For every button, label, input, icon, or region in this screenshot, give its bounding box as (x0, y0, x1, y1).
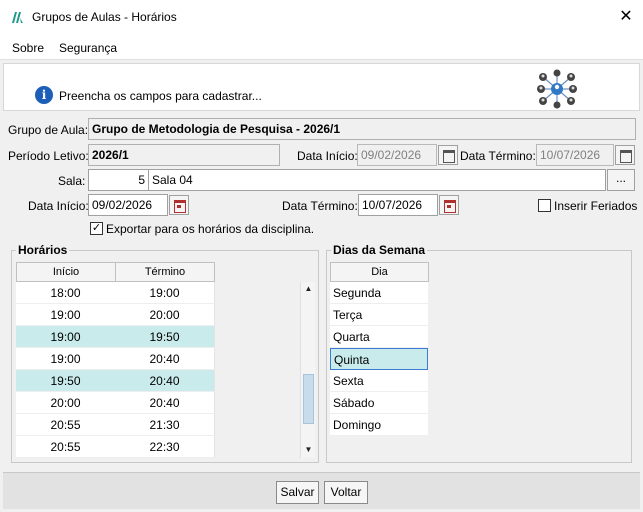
exportar-checkbox[interactable]: ✓ (90, 222, 103, 235)
horario-termino-cell[interactable]: 20:40 (115, 392, 215, 414)
horarios-title: Horários (16, 243, 70, 257)
feriados-checkbox[interactable] (538, 199, 551, 212)
periodo-field[interactable]: 2026/1 (88, 144, 280, 166)
users-network-icon (537, 69, 577, 109)
horario-inicio-cell[interactable]: 19:00 (16, 304, 116, 326)
dia-cell[interactable]: Sábado (330, 392, 428, 414)
menu-item-sobre[interactable]: Sobre (12, 41, 44, 55)
periodo-inicio-label: Data Início: (297, 149, 358, 163)
dia-cell[interactable]: Quinta (330, 348, 428, 370)
dia-cell[interactable]: Sexta (330, 370, 428, 392)
scroll-up-icon[interactable]: ▲ (301, 282, 316, 296)
data-inicio-label: Data Início: (28, 199, 89, 213)
periodo-termino-label: Data Término: (460, 149, 536, 163)
dia-cell[interactable]: Domingo (330, 414, 428, 436)
save-button[interactable]: Salvar (276, 481, 319, 504)
horario-inicio-cell[interactable]: 19:00 (16, 326, 116, 348)
back-button[interactable]: Voltar (324, 481, 368, 504)
calendar-icon[interactable] (615, 145, 635, 165)
horario-termino-cell[interactable]: 19:00 (115, 282, 215, 304)
window-title: Grupos de Aulas - Horários (32, 10, 177, 24)
dias-col-dia[interactable]: Dia (330, 262, 429, 282)
horario-inicio-cell[interactable]: 18:00 (16, 282, 116, 304)
horario-inicio-cell[interactable]: 19:50 (16, 370, 116, 392)
calendar-icon[interactable] (439, 195, 459, 215)
dias-title: Dias da Semana (331, 243, 428, 257)
horario-inicio-cell[interactable]: 20:55 (16, 436, 116, 458)
scroll-thumb[interactable] (303, 374, 314, 424)
menu-item-seguranca[interactable]: Segurança (59, 41, 117, 55)
data-termino-field[interactable]: 10/07/2026 (358, 194, 438, 216)
feriados-label: Inserir Feriados (554, 199, 638, 213)
horario-termino-cell[interactable]: 21:30 (115, 414, 215, 436)
data-inicio-field[interactable]: 09/02/2026 (88, 194, 168, 216)
info-icon: i (35, 86, 53, 104)
dia-cell[interactable]: Segunda (330, 282, 428, 304)
grupo-field[interactable]: Grupo de Metodologia de Pesquisa - 2026/… (88, 118, 636, 140)
dia-cell[interactable]: Quarta (330, 326, 428, 348)
close-icon[interactable]: ✕ (614, 6, 638, 28)
horario-termino-cell[interactable]: 20:40 (115, 348, 215, 370)
scroll-down-icon[interactable]: ▼ (301, 443, 316, 457)
app-logo-icon (12, 12, 23, 23)
dia-cell[interactable]: Terça (330, 304, 428, 326)
calendar-icon[interactable] (169, 195, 189, 215)
horarios-col-inicio[interactable]: Início (16, 262, 116, 282)
calendar-icon[interactable] (438, 145, 458, 165)
horario-termino-cell[interactable]: 20:00 (115, 304, 215, 326)
info-message: Preencha os campos para cadastrar... (59, 89, 262, 103)
sala-search-button[interactable]: ... (607, 169, 635, 191)
horario-termino-cell[interactable]: 22:30 (115, 436, 215, 458)
grupo-label: Grupo de Aula: (8, 123, 89, 137)
horario-termino-cell[interactable]: 19:50 (115, 326, 215, 348)
periodo-termino-field[interactable]: 10/07/2026 (536, 144, 614, 166)
horario-inicio-cell[interactable]: 19:00 (16, 348, 116, 370)
title-bar: Grupos de Aulas - Horários ✕ (0, 0, 643, 34)
menu-bar: Sobre Segurança (0, 34, 643, 60)
sala-label: Sala: (58, 174, 86, 188)
exportar-label: Exportar para os horários da disciplina. (106, 222, 315, 236)
sala-code-field[interactable]: 5 (88, 169, 149, 191)
horario-termino-cell[interactable]: 20:40 (115, 370, 215, 392)
horarios-col-termino[interactable]: Término (115, 262, 215, 282)
data-termino-label: Data Término: (282, 199, 358, 213)
horario-inicio-cell[interactable]: 20:00 (16, 392, 116, 414)
sala-name-field[interactable]: Sala 04 (148, 169, 606, 191)
horario-inicio-cell[interactable]: 20:55 (16, 414, 116, 436)
footer-bar: Salvar Voltar (3, 472, 640, 509)
horarios-scrollbar[interactable]: ▲ ▼ (300, 282, 315, 458)
info-panel: i Preencha os campos para cadastrar... (3, 63, 640, 111)
periodo-label: Período Letivo: (8, 149, 89, 163)
periodo-inicio-field[interactable]: 09/02/2026 (357, 144, 437, 166)
